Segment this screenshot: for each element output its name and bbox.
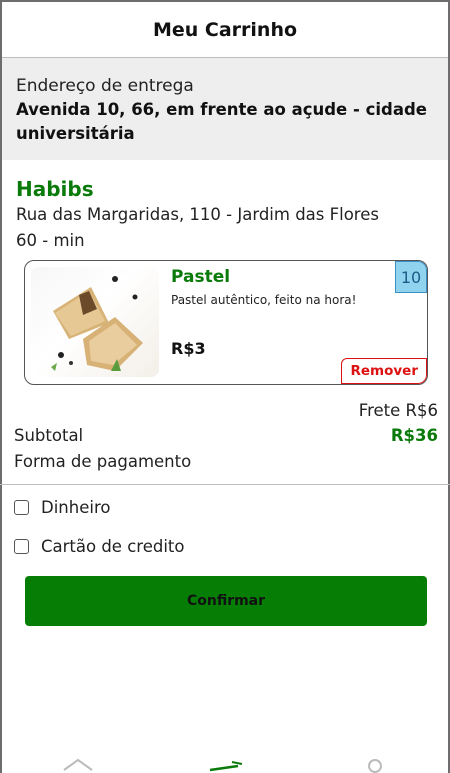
payment-method-label: Forma de pagamento	[14, 452, 192, 471]
profile-icon[interactable]	[368, 759, 382, 773]
shipping-fee: Frete R$6	[358, 401, 438, 420]
product-price: R$3	[171, 339, 206, 358]
subtotal-label: Subtotal	[14, 426, 84, 445]
delivery-address-label: Endereço de entrega	[16, 76, 194, 96]
delivery-address-value: Avenida 10, 66, em frente ao açude - cid…	[16, 100, 427, 143]
payment-option-cash[interactable]: Dinheiro	[14, 498, 110, 517]
app-frame: Meu Carrinho Endereço de entrega Avenida…	[0, 0, 450, 773]
store-address: Rua das Margaridas, 110 - Jardim das Flo…	[16, 205, 379, 224]
payment-option-label: Dinheiro	[41, 498, 111, 517]
delivery-address-section[interactable]: Endereço de entrega Avenida 10, 66, em f…	[2, 58, 448, 160]
divider	[0, 484, 450, 485]
store-info: Habibs Rua das Margaridas, 110 - Jardim …	[2, 160, 448, 254]
cart-item-card: Pastel Pastel autêntico, feito na hora! …	[24, 260, 428, 385]
page-title-text: Meu Carrinho	[152, 18, 298, 41]
bottom-navigation	[0, 748, 450, 773]
payment-option-credit-card[interactable]: Cartão de credito	[14, 537, 184, 556]
remove-button[interactable]: Remover	[341, 358, 427, 384]
page-title: Meu Carrinho	[2, 2, 448, 58]
credit-card-checkbox[interactable]	[14, 539, 29, 554]
store-delivery-time: 60 - min	[16, 231, 85, 250]
product-title: Pastel	[171, 267, 231, 287]
quantity-badge[interactable]: 10	[395, 261, 427, 293]
confirm-button[interactable]: Confirmar	[25, 576, 427, 626]
product-description: Pastel autêntico, feito na hora!	[171, 293, 357, 307]
cart-icon[interactable]	[209, 761, 243, 772]
subtotal-value: R$36	[390, 426, 438, 445]
store-name: Habibs	[16, 177, 94, 201]
home-icon[interactable]	[63, 758, 93, 771]
payment-option-label: Cartão de credito	[41, 537, 185, 556]
product-image	[31, 267, 159, 377]
cash-checkbox[interactable]	[14, 500, 29, 515]
